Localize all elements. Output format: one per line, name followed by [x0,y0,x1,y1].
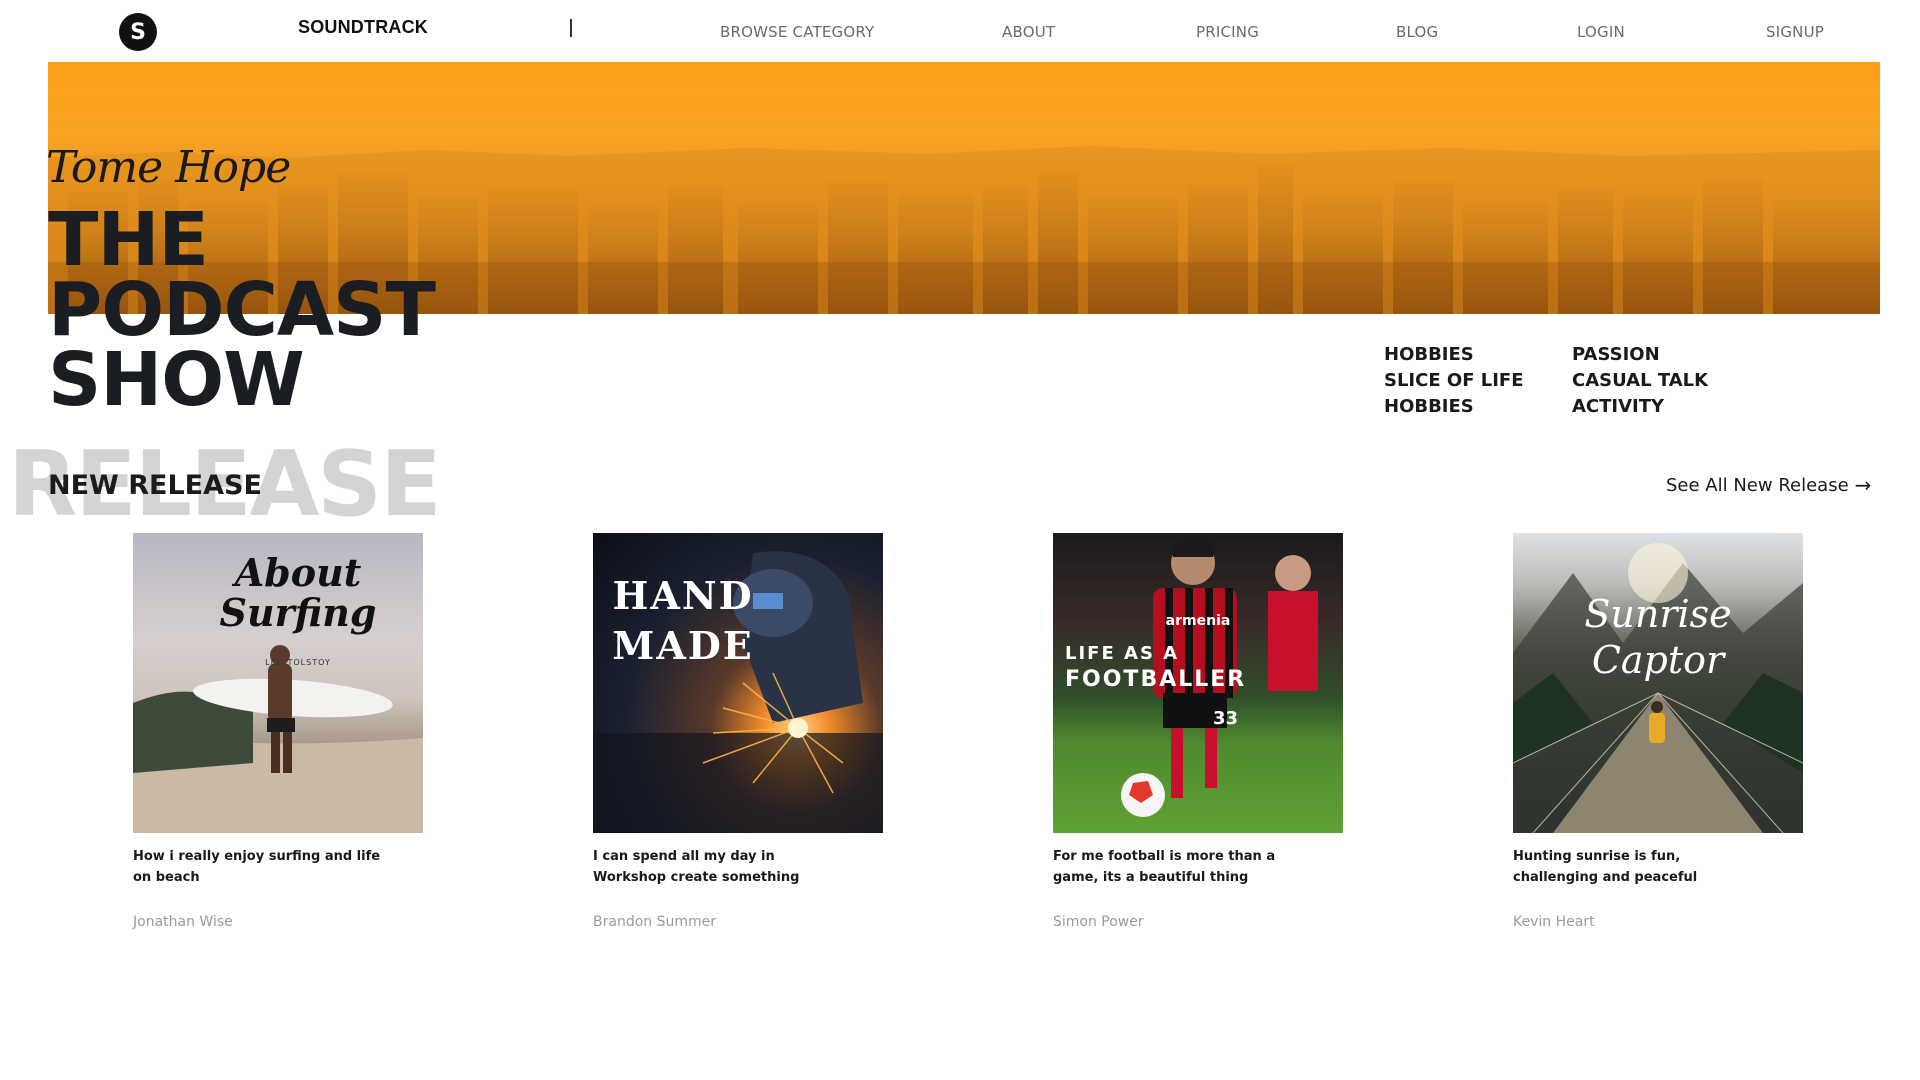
cover-jersey-number: 33 [1213,708,1239,729]
hero-title-line: SHOW [48,337,305,423]
cover-author-sub: LEO TOLSTOY [265,658,331,667]
cover-title-line: Surfing [219,590,377,635]
nav-login[interactable]: LOGIN [1577,23,1625,41]
card-description: I can spend all my day in Workshop creat… [593,849,800,885]
brand-name[interactable]: SOUNDTRACK [298,17,428,38]
cover-image[interactable]: About Surfing LEO TOLSTOY [133,533,423,833]
nav-signup[interactable]: SIGNUP [1766,23,1824,41]
see-all-label: See All New Release [1666,474,1849,496]
cover-image[interactable]: armenia 33 LIFE AS A FOOTBALLER [1053,533,1343,833]
card-author[interactable]: Brandon Summer [593,914,883,930]
card-author[interactable]: Jonathan Wise [133,914,423,930]
tag-item[interactable]: SLICE OF LIFE [1384,368,1524,394]
tag-list-col1: HOBBIES SLICE OF LIFE HOBBIES [1384,342,1524,420]
cover-title-line: HAND [612,573,754,618]
logo-icon[interactable]: S [119,13,157,51]
top-nav: S SOUNDTRACK BROWSE CATEGORY ABOUT PRICI… [0,0,1920,62]
hero-title-line: THE [48,197,209,283]
card-description: For me football is more than a game, its… [1053,849,1276,885]
cover-title-line: Captor [1591,638,1725,682]
cover-title-line: About [234,550,362,595]
hero-script-title: Tome Hope [46,142,291,193]
see-all-link[interactable]: See All New Release → [1666,473,1871,497]
nav-pricing[interactable]: PRICING [1196,23,1259,41]
tag-item[interactable]: HOBBIES [1384,342,1524,368]
nav-about[interactable]: ABOUT [1002,23,1055,41]
cover-title-line: MADE [612,623,754,668]
card-description: How i really enjoy surfing and life on b… [133,849,381,885]
cover-image[interactable]: HAND MADE [593,533,883,833]
section-title: NEW RELEASE [48,470,262,501]
arrow-right-icon: → [1854,473,1872,497]
nav-browse-category[interactable]: BROWSE CATEGORY [720,23,874,41]
cover-image[interactable]: Sunrise Captor [1513,533,1803,833]
tag-item[interactable]: PASSION [1572,342,1708,368]
card-author[interactable]: Kevin Heart [1513,914,1803,930]
bridge-illustration [1513,543,1803,833]
cover-title-line: LIFE AS A [1065,643,1180,664]
tag-item[interactable]: CASUAL TALK [1572,368,1708,394]
tag-item[interactable]: ACTIVITY [1572,394,1708,420]
cover-jersey-sponsor: armenia [1165,613,1231,629]
cover-title-line: FOOTBALLER [1065,667,1247,692]
tag-list-col2: PASSION CASUAL TALK ACTIVITY [1572,342,1708,420]
podcast-card[interactable]: armenia 33 LIFE AS A FOOTBALLER For me f… [1053,533,1343,930]
card-description: Hunting sunrise is fun, challenging and … [1513,849,1698,885]
podcast-card[interactable]: About Surfing LEO TOLSTOY How i really e… [133,533,423,930]
nav-divider [570,19,572,37]
nav-blog[interactable]: BLOG [1396,23,1438,41]
hero-title-line: PODCAST [48,267,436,353]
card-author[interactable]: Simon Power [1053,914,1343,930]
hero-show-title: THE PODCAST SHOW [48,197,436,423]
tag-item[interactable]: HOBBIES [1384,394,1524,420]
podcast-card[interactable]: Sunrise Captor Hunting sunrise is fun, c… [1513,533,1803,930]
podcast-card[interactable]: HAND MADE I can spend all my day in Work… [593,533,883,930]
cover-title-line: Sunrise [1584,592,1732,636]
